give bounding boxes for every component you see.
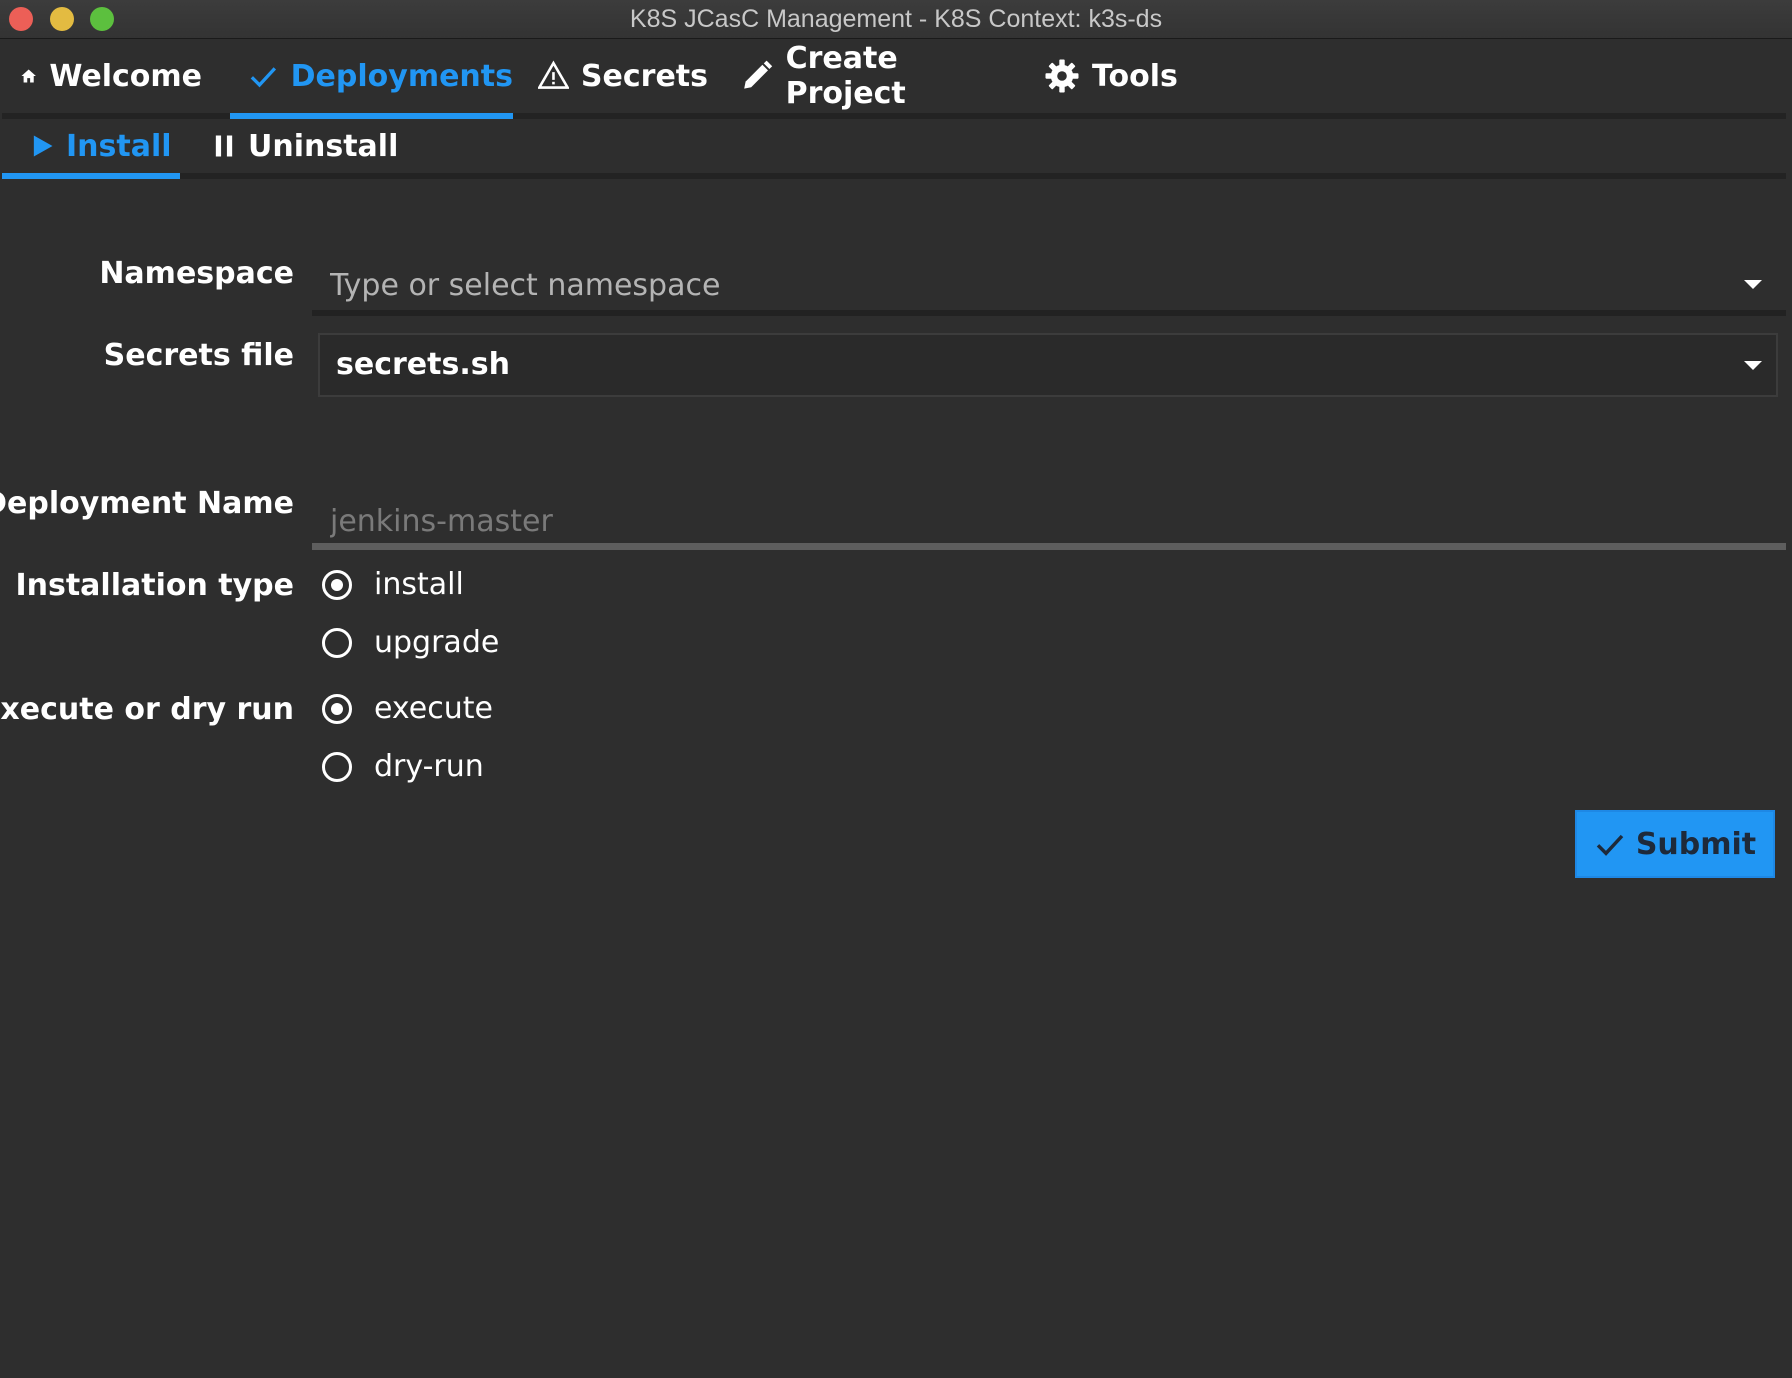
submit-button[interactable]: Submit [1575, 810, 1775, 878]
chevron-down-icon[interactable] [1744, 361, 1762, 370]
radio-label: dry-run [374, 749, 484, 784]
check-icon [250, 67, 277, 88]
tab-label: Tools [1092, 58, 1178, 94]
pencil-icon [744, 60, 773, 89]
submit-label: Submit [1635, 826, 1757, 862]
radio-execute[interactable]: execute [322, 691, 493, 726]
tab-secrets[interactable]: Secrets [520, 39, 708, 113]
pause-icon [215, 135, 233, 157]
tab-uninstall[interactable]: Uninstall [210, 119, 410, 173]
secrets-file-label: Secrets file [103, 338, 294, 373]
installation-type-label: Installation type [15, 568, 294, 603]
play-icon [33, 135, 53, 157]
execute-mode-label: Execute or dry run [0, 692, 294, 727]
radio-dry-run[interactable]: dry-run [322, 749, 484, 784]
chevron-down-icon[interactable] [1744, 280, 1762, 289]
secrets-file-select[interactable]: secrets.sh [318, 333, 1778, 397]
deployment-name-field[interactable] [312, 490, 1786, 550]
radio-button[interactable] [322, 751, 352, 782]
radio-label: upgrade [374, 625, 500, 660]
tab-welcome[interactable]: Welcome [2, 39, 202, 113]
tab-create-project[interactable]: Create Project [722, 39, 1012, 113]
tab-tools[interactable]: Tools [1026, 39, 1186, 113]
tab-install[interactable]: Install [2, 119, 180, 179]
namespace-label: Namespace [99, 256, 294, 291]
radio-button-checked[interactable] [322, 569, 352, 600]
deployment-name-input[interactable] [328, 498, 1772, 544]
radio-button[interactable] [322, 627, 352, 658]
subtab-label: Install [66, 128, 172, 164]
namespace-combobox[interactable] [312, 254, 1786, 316]
check-icon [1596, 834, 1624, 856]
deployment-name-label: Deployment Name [0, 486, 294, 521]
radio-upgrade[interactable]: upgrade [322, 625, 499, 660]
tab-label: Welcome [49, 58, 202, 94]
secrets-file-value: secrets.sh [336, 347, 510, 382]
tab-deployments[interactable]: Deployments [230, 39, 513, 119]
main-tab-bar: Welcome Deployments Secrets Create Proje… [2, 39, 1786, 119]
window-title: K8S JCasC Management - K8S Context: k3s-… [629, 5, 1163, 33]
subtab-label: Uninstall [248, 128, 399, 164]
radio-label: install [374, 567, 464, 602]
radio-label: execute [374, 691, 493, 726]
namespace-input[interactable] [328, 262, 1712, 308]
radio-button-checked[interactable] [322, 693, 352, 724]
tab-label: Deployments [290, 58, 513, 94]
tab-label: Create Project [785, 41, 906, 111]
gear-icon [1045, 59, 1079, 93]
home-icon [21, 69, 36, 83]
radio-install[interactable]: install [322, 567, 464, 602]
tab-label: Secrets [580, 58, 708, 94]
sub-tab-bar: Install Uninstall [2, 119, 1786, 179]
warning-icon [538, 60, 569, 89]
window-title-bar: K8S JCasC Management - K8S Context: k3s-… [0, 0, 1792, 39]
